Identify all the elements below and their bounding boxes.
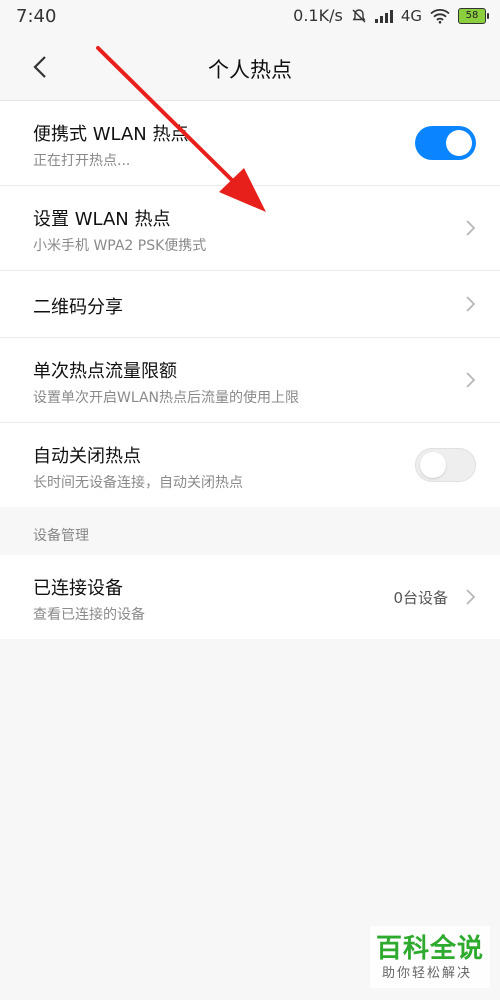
signal-icon [374,9,393,23]
battery-icon: 58 [458,7,489,24]
device-management-group: 已连接设备 查看已连接的设备 0台设备 [0,555,500,639]
row-subtitle: 查看已连接的设备 [33,607,145,623]
row-title: 二维码分享 [33,297,123,318]
mute-bell-icon [352,8,366,22]
data-limit-row[interactable]: 单次热点流量限额 设置单次开启WLAN热点后流量的使用上限 [0,338,500,423]
network-type: 4G [400,6,422,25]
row-title: 自动关闭热点 [33,446,141,467]
status-indicators: 0.1K/s 4G 58 [293,6,489,25]
chevron-right-icon [466,372,476,388]
auto-close-hotspot-row[interactable]: 自动关闭热点 长时间无设备连接，自动关闭热点 [0,423,500,507]
network-speed: 0.1K/s [293,6,343,25]
row-title: 已连接设备 [33,578,123,599]
row-subtitle: 小米手机 WPA2 PSK便携式 [33,238,207,254]
row-subtitle: 长时间无设备连接，自动关闭热点 [33,475,243,491]
row-title: 便携式 WLAN 热点 [33,124,189,145]
chevron-right-icon [466,589,476,605]
status-bar: 7:40 0.1K/s 4G 58 [0,0,500,34]
top-app-bar: 个人热点 [0,34,500,101]
chevron-right-icon [466,220,476,236]
portable-hotspot-toggle[interactable] [415,126,476,160]
row-title: 设置 WLAN 热点 [33,209,171,230]
row-title: 单次热点流量限额 [33,361,177,382]
status-time: 7:40 [16,6,57,27]
watermark-title: 百科全说 [376,934,485,964]
page-title: 个人热点 [208,58,292,82]
watermark-subtitle: 助你轻松解决 [382,966,473,981]
wifi-icon [430,8,450,23]
section-header-device-management: 设备管理 [33,528,89,544]
connected-devices-row[interactable]: 已连接设备 查看已连接的设备 0台设备 [0,555,500,639]
watermark-logo: 百科全说 助你轻松解决 [370,926,490,988]
configure-wlan-hotspot-row[interactable]: 设置 WLAN 热点 小米手机 WPA2 PSK便携式 [0,186,500,271]
qr-code-share-row[interactable]: 二维码分享 [0,271,500,338]
portable-wlan-hotspot-row[interactable]: 便携式 WLAN 热点 正在打开热点... [0,101,500,186]
hotspot-settings-group: 便携式 WLAN 热点 正在打开热点... 设置 WLAN 热点 小米手机 WP… [0,101,500,507]
chevron-right-icon [466,296,476,312]
row-subtitle: 设置单次开启WLAN热点后流量的使用上限 [33,390,300,406]
auto-close-toggle[interactable] [415,448,476,482]
toggle-knob [420,452,446,478]
toggle-knob [446,130,472,156]
row-subtitle: 正在打开热点... [33,153,131,169]
connected-device-count: 0台设备 [393,589,448,607]
